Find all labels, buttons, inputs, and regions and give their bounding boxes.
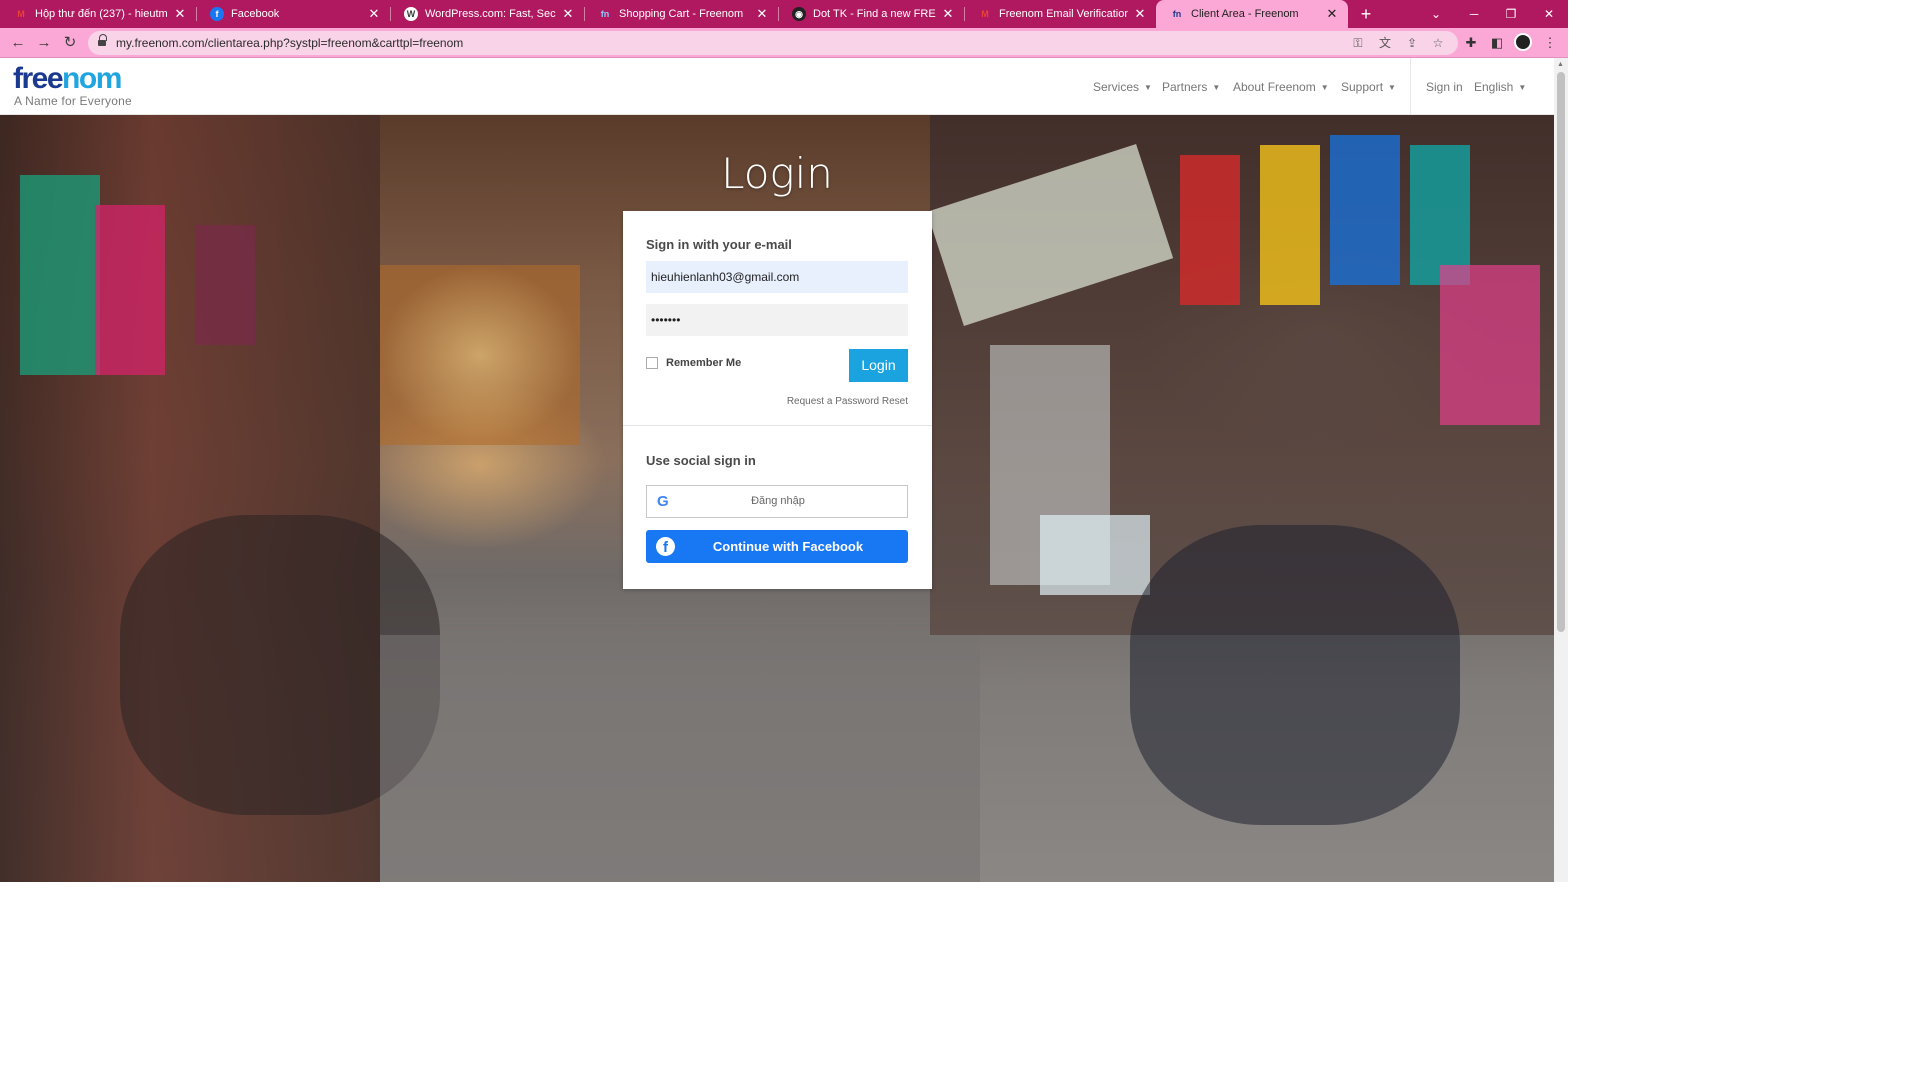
password-reset-link[interactable]: Request a Password Reset [787,396,908,407]
tab-facebook[interactable]: f Facebook ✕ [196,0,390,28]
green-garment [20,175,100,375]
close-icon[interactable]: ✕ [1134,7,1146,20]
freenom-logo[interactable]: freenom [13,62,122,95]
tab-title: Client Area - Freenom [1191,8,1299,20]
email-field[interactable] [646,261,908,293]
close-icon[interactable]: ✕ [562,7,574,20]
new-tab-button[interactable]: + [1356,4,1376,24]
close-icon[interactable]: ✕ [1326,7,1338,20]
freenom-icon: fn [1172,9,1182,19]
site-header: freenom A Name for Everyone Services ▼ Pa… [0,58,1554,115]
side-panel-icon[interactable]: ◧ [1487,33,1507,53]
dottk-icon: ◉ [792,7,806,21]
nav-sign-in[interactable]: Sign in [1426,80,1463,94]
nav-support[interactable]: Support ▼ [1341,80,1396,94]
tab-shopping-cart[interactable]: fn Shopping Cart - Freenom ✕ [584,0,778,28]
wordpress-icon: W [404,7,418,21]
chevron-down-icon: ▼ [1212,83,1221,92]
close-icon[interactable]: ✕ [368,7,380,20]
nav-services[interactable]: Services ▼ [1093,80,1152,94]
tab-dot-tk[interactable]: ◉ Dot TK - Find a new FREE doma ✕ [778,0,964,28]
magenta-garment [1440,265,1540,425]
back-arrow-icon[interactable]: ← [8,33,28,53]
motorbike-right [1130,525,1460,825]
email-signin-heading: Sign in with your e-mail [646,237,792,252]
nav-about-label: About Freenom [1233,80,1316,94]
share-icon[interactable]: ⇪ [1404,35,1420,51]
maroon-garment [195,225,255,345]
restore-button[interactable]: ❐ [1492,0,1530,28]
password-field[interactable] [646,304,908,336]
lit-alley [380,265,580,445]
chevron-down-icon: ▼ [1388,83,1396,92]
chevron-down-icon: ▼ [1144,83,1152,92]
facebook-signin-button[interactable]: f Continue with Facebook [646,530,908,563]
tagline: A Name for Everyone [14,94,132,108]
browser-tab-strip: M Hộp thư đến (237) - hieutmph2 ✕ f Face… [0,0,1568,28]
url-text: my.freenom.com/clientarea.php?systpl=fre… [116,36,464,50]
google-signin-button[interactable]: G Đăng nhập [646,485,908,518]
nav-partners-label: Partners [1162,80,1208,94]
shoe-boxes [1040,515,1150,595]
tab-title: WordPress.com: Fast, Secure Ma [425,8,556,20]
login-title: Login [721,149,833,198]
gmail-icon: M [17,9,25,19]
extensions-icon[interactable]: ✚ [1461,33,1481,53]
tab-title: Shopping Cart - Freenom [619,8,744,20]
menu-icon[interactable]: ⋮ [1540,33,1560,53]
login-card: Sign in with your e-mail Remember Me Log… [623,211,932,589]
browser-toolbar: ← → ↻ my.freenom.com/clientarea.php?syst… [0,28,1568,58]
scroll-up-arrow-icon[interactable]: ▲ [1557,61,1564,68]
page-scrollbar[interactable]: ▲ [1554,58,1568,882]
remember-me-checkbox[interactable] [646,357,658,369]
tab-title: Freenom Email Verification - hie [999,8,1128,20]
facebook-icon: f [210,7,224,21]
tab-search-chevron-icon[interactable]: ⌄ [1417,0,1455,28]
tab-title: Hộp thư đến (237) - hieutmph2 [35,8,168,20]
nav-language[interactable]: English ▼ [1474,80,1526,94]
street [380,635,980,882]
remember-me-label: Remember Me [666,357,742,369]
lock-icon[interactable] [98,34,107,47]
tab-wordpress[interactable]: W WordPress.com: Fast, Secure Ma ✕ [390,0,584,28]
scrollbar-thumb[interactable] [1557,72,1565,632]
pink-garment [95,205,165,375]
gmail-icon: M [981,9,989,19]
freenom-icon: fn [600,9,610,19]
social-signin-heading: Use social sign in [646,453,756,468]
logo-free-text: free [13,62,64,95]
remember-me[interactable]: Remember Me [646,357,741,369]
profile-avatar[interactable] [1514,33,1532,51]
translate-icon[interactable]: 文 [1377,35,1393,51]
close-icon[interactable]: ✕ [756,7,768,20]
address-bar[interactable]: my.freenom.com/clientarea.php?systpl=fre… [88,31,1458,55]
nav-partners[interactable]: Partners ▼ [1162,80,1220,94]
nav-about-freenom[interactable]: About Freenom ▼ [1233,80,1329,94]
google-button-label: Đăng nhập [751,495,805,507]
close-window-button[interactable]: ✕ [1530,0,1568,28]
tab-gmail-inbox[interactable]: M Hộp thư đến (237) - hieutmph2 ✕ [0,0,196,28]
key-icon[interactable]: ⚿ [1350,35,1366,51]
forward-arrow-icon[interactable]: → [34,33,54,53]
minimize-button[interactable]: ─ [1455,0,1493,28]
nav-language-label: English [1474,80,1514,94]
tab-email-verification[interactable]: M Freenom Email Verification - hie ✕ [964,0,1156,28]
nav-divider [1410,58,1411,115]
facebook-button-label: Continue with Facebook [712,539,864,554]
nav-services-label: Services [1093,80,1140,94]
close-icon[interactable]: ✕ [942,7,954,20]
reload-icon[interactable]: ↻ [60,33,80,53]
star-icon[interactable]: ☆ [1430,35,1446,51]
tab-client-area[interactable]: fn Client Area - Freenom ✕ [1156,0,1348,28]
card-divider [623,425,932,426]
chevron-down-icon: ▼ [1518,83,1527,92]
nav-support-label: Support [1341,80,1384,94]
chevron-down-icon: ▼ [1320,83,1329,92]
tab-title: Facebook [231,8,280,20]
login-button[interactable]: Login [849,349,908,382]
logo-nom-text: nom [62,62,122,95]
tab-title: Dot TK - Find a new FREE doma [813,8,936,20]
close-icon[interactable]: ✕ [174,7,186,20]
